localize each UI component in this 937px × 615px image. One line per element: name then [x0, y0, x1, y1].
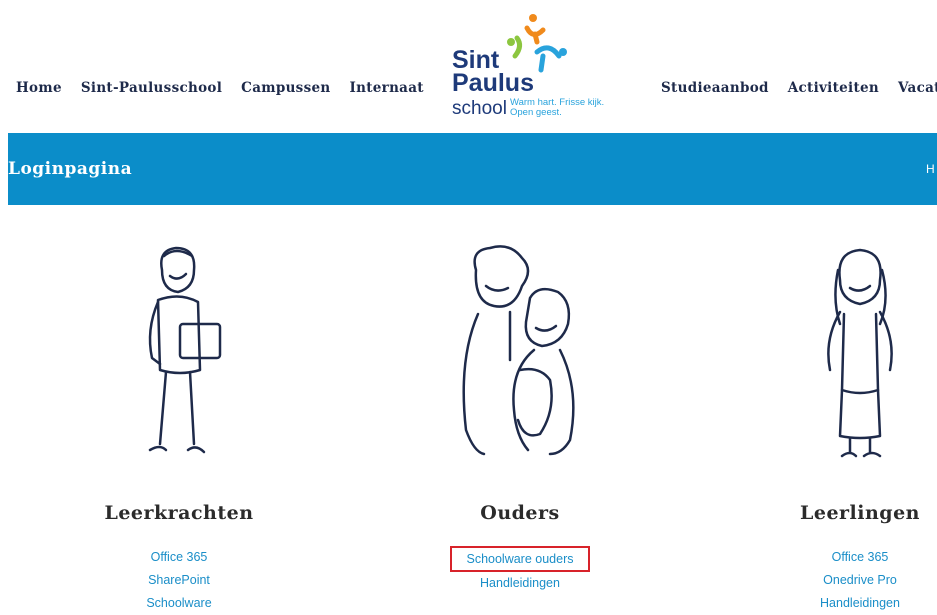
link-onedrive-pro[interactable]: Onedrive Pro — [735, 569, 937, 592]
link-handleidingen-ouders[interactable]: Handleidingen — [395, 572, 645, 595]
page-title: Loginpagina — [8, 159, 133, 179]
link-list-leerkrachten: Office 365 SharePoint Schoolware — [54, 546, 304, 615]
link-list-ouders: Schoolware ouders Handleidingen — [395, 546, 645, 595]
student-illustration-icon — [827, 248, 893, 458]
school-logo[interactable]: Sint Paulus school Warm hart. Frisse kij… — [448, 12, 623, 122]
link-office-365-students[interactable]: Office 365 — [735, 546, 937, 569]
logo-tagline: Warm hart. Frisse kijk. Open geest. — [510, 98, 620, 118]
link-sharepoint[interactable]: SharePoint — [54, 569, 304, 592]
parents-illustration-icon — [462, 245, 575, 456]
nav-item-home[interactable]: Home — [16, 80, 62, 96]
nav-item-vacatures[interactable]: Vacatu — [898, 80, 937, 96]
teacher-illustration-icon — [148, 246, 222, 454]
main-nav-right: Studieaanbod Activiteiten Vacatu — [661, 80, 937, 96]
column-heading-leerkrachten: Leerkrachten — [104, 502, 254, 524]
link-office-365-teachers[interactable]: Office 365 — [54, 546, 304, 569]
logo-text-paulus: Paulus — [452, 69, 534, 97]
breadcrumb[interactable]: H — [926, 162, 935, 176]
nav-item-activiteiten[interactable]: Activiteiten — [788, 80, 879, 96]
nav-item-studieaanbod[interactable]: Studieaanbod — [661, 80, 769, 96]
link-schoolware[interactable]: Schoolware — [54, 592, 304, 615]
logo-text-school: school — [452, 98, 507, 119]
nav-item-campussen[interactable]: Campussen — [241, 80, 330, 96]
link-list-leerlingen: Office 365 Onedrive Pro Handleidingen — [735, 546, 937, 615]
main-nav-left: Home Sint-Paulusschool Campussen Interna… — [16, 80, 438, 96]
column-heading-ouders: Ouders — [480, 502, 560, 524]
nav-item-sint-paulusschool[interactable]: Sint-Paulusschool — [81, 80, 222, 96]
logo-tagline-line2: Open geest. — [510, 107, 562, 118]
column-heading-leerlingen: Leerlingen — [800, 502, 920, 524]
site-header: Home Sint-Paulusschool Campussen Interna… — [0, 0, 937, 133]
page-title-banner: Loginpagina H — [8, 133, 937, 205]
nav-item-internaat[interactable]: Internaat — [350, 80, 424, 96]
link-schoolware-ouders[interactable]: Schoolware ouders — [450, 546, 590, 572]
link-handleidingen-students[interactable]: Handleidingen — [735, 592, 937, 615]
